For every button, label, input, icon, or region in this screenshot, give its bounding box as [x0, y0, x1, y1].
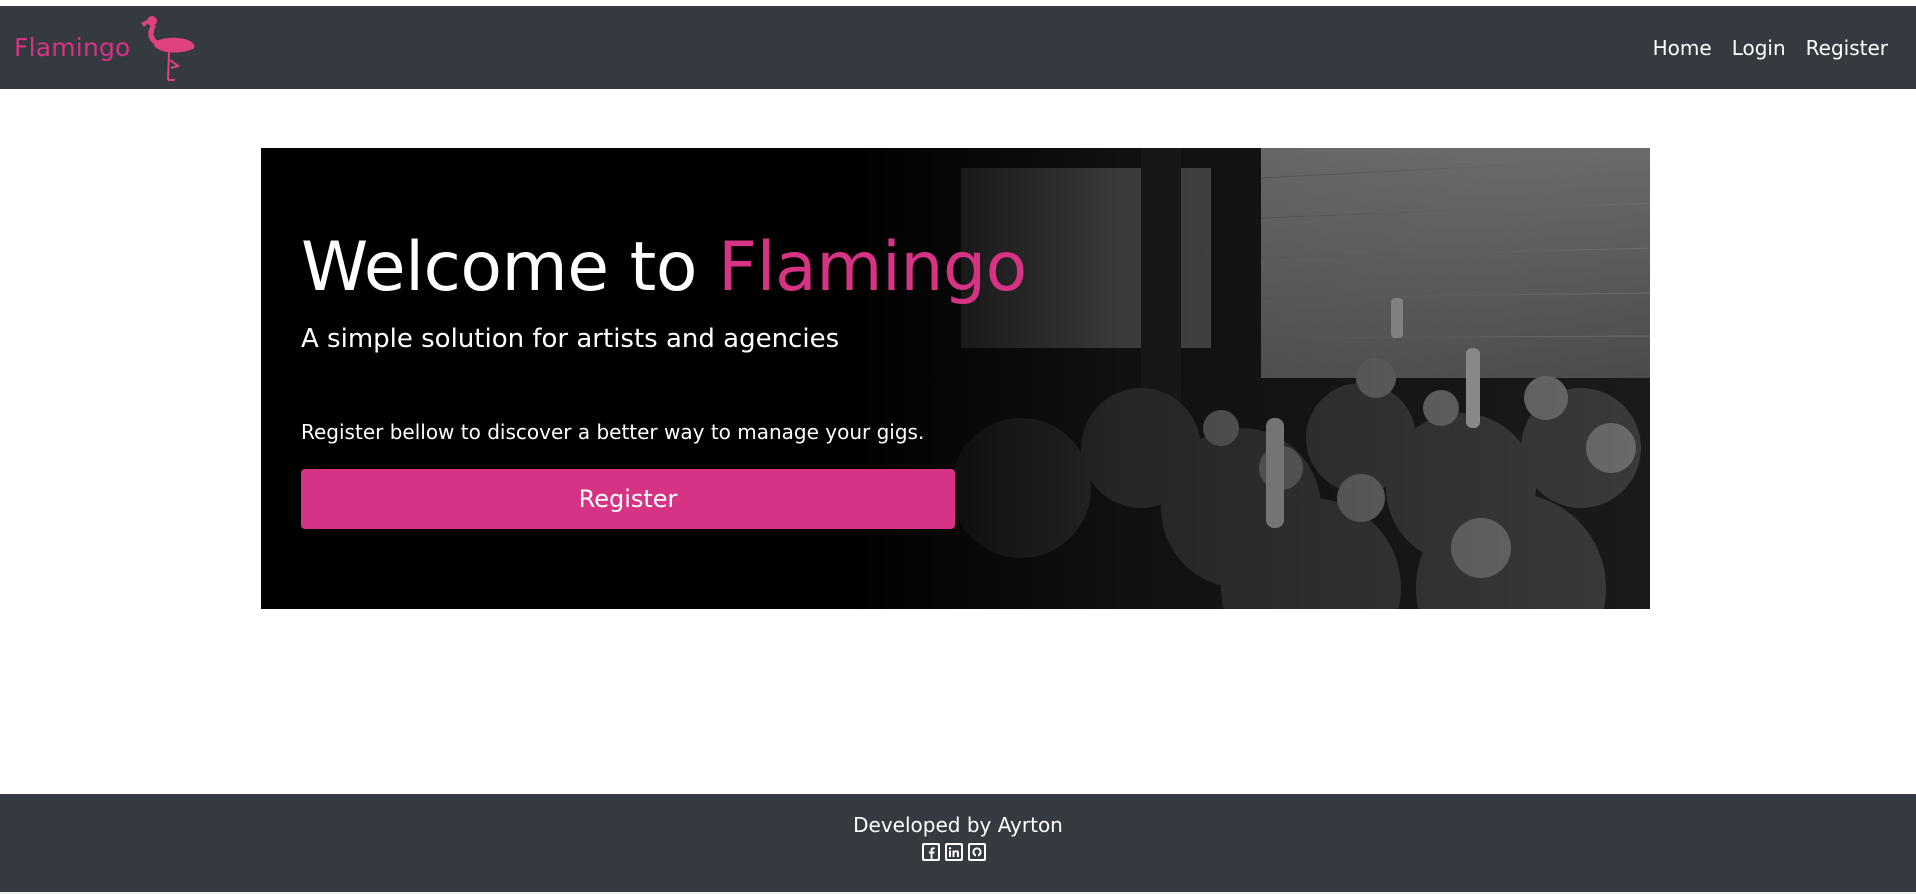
hero-title-accent: Flamingo	[718, 228, 1027, 307]
nav-links: Home Login Register	[1653, 6, 1888, 89]
nav-register-link[interactable]: Register	[1806, 36, 1888, 60]
github-icon[interactable]	[968, 843, 986, 861]
register-button[interactable]: Register	[301, 469, 955, 529]
social-links	[922, 843, 986, 861]
concert-crowd-photo	[261, 148, 1650, 609]
hero-subtitle: A simple solution for artists and agenci…	[301, 324, 840, 354]
hero-title: Welcome to Flamingo	[301, 228, 1027, 307]
footer-text: Developed by Ayrton	[853, 813, 1063, 837]
navbar: Flamingo Home Login Register	[0, 6, 1916, 89]
hero-text: Register bellow to discover a better way…	[301, 420, 925, 444]
nav-login-link[interactable]: Login	[1732, 36, 1786, 60]
facebook-icon[interactable]	[922, 843, 940, 861]
hero-banner: Welcome to Flamingo A simple solution fo…	[261, 148, 1650, 609]
linkedin-icon[interactable]	[945, 843, 963, 861]
brand-link[interactable]: Flamingo	[14, 6, 131, 89]
footer: Developed by Ayrton	[0, 794, 1916, 892]
flamingo-icon	[141, 16, 195, 81]
hero-title-prefix: Welcome to	[301, 228, 719, 307]
nav-home-link[interactable]: Home	[1653, 36, 1712, 60]
brand-name: Flamingo	[14, 33, 131, 62]
